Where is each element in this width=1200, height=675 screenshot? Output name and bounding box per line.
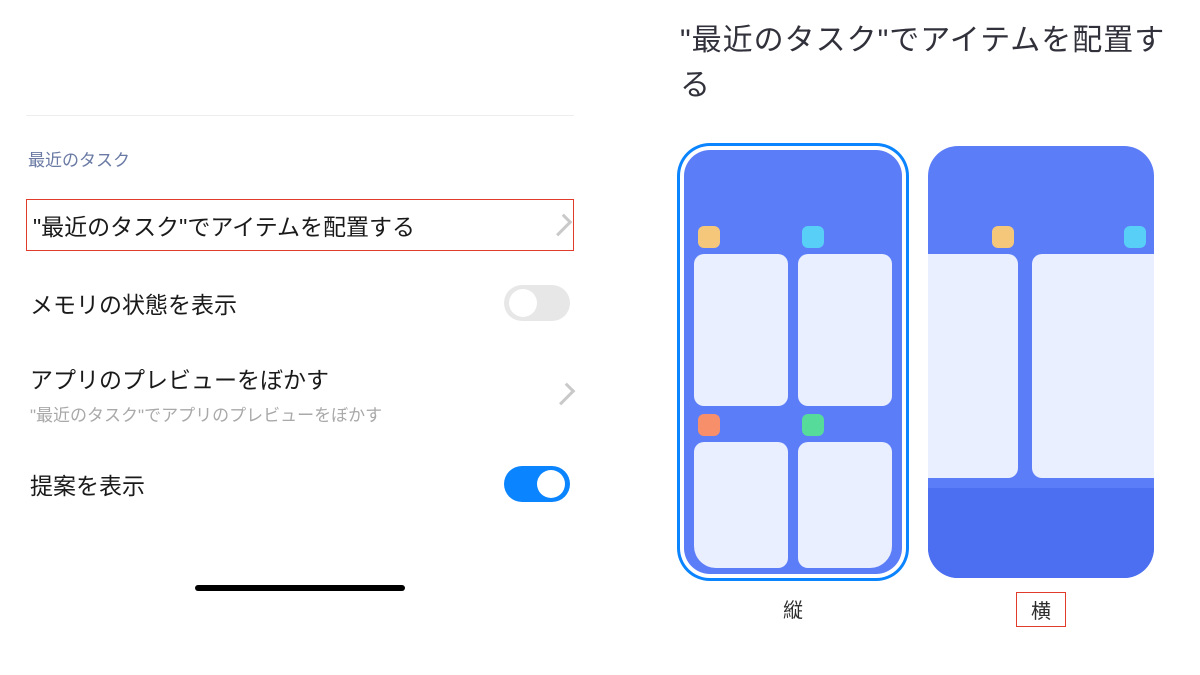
preview-card bbox=[694, 442, 788, 568]
option-vertical-label: 縦 bbox=[769, 592, 817, 625]
app-chip-icon bbox=[698, 414, 720, 436]
row-arrange-title: "最近のタスク"でアイテムを配置する bbox=[33, 208, 543, 242]
row-memory-status[interactable]: メモリの状態を表示 bbox=[26, 285, 574, 321]
preview-bottom-bar bbox=[928, 488, 1154, 578]
row-show-suggestions[interactable]: 提案を表示 bbox=[26, 466, 574, 502]
app-chip-icon bbox=[1124, 226, 1146, 248]
gesture-bar-icon bbox=[195, 585, 405, 591]
row-memory-title: メモリの状態を表示 bbox=[30, 286, 492, 320]
app-chip-icon bbox=[802, 226, 824, 248]
preview-card bbox=[928, 254, 1018, 478]
app-chip-icon bbox=[698, 226, 720, 248]
page-title: "最近のタスク"でアイテムを配置する bbox=[680, 18, 1170, 108]
row-blur-title: アプリのプレビューをぼかす bbox=[30, 361, 546, 395]
toggle-memory[interactable] bbox=[504, 285, 570, 321]
layout-previews: 縦 横 bbox=[680, 146, 1170, 627]
row-arrange-items[interactable]: "最近のタスク"でアイテムを配置する bbox=[26, 199, 574, 251]
option-vertical[interactable]: 縦 bbox=[680, 146, 906, 627]
row-blur-previews[interactable]: アプリのプレビューをぼかす "最近のタスク"でアプリのプレビューをぼかす bbox=[26, 361, 574, 426]
option-horizontal-label: 横 bbox=[1016, 592, 1066, 627]
preview-vertical bbox=[680, 146, 906, 578]
preview-card bbox=[694, 254, 788, 406]
settings-panel: 最近のタスク "最近のタスク"でアイテムを配置する メモリの状態を表示 アプリの… bbox=[0, 0, 600, 675]
app-chip-icon bbox=[992, 226, 1014, 248]
divider bbox=[26, 115, 574, 116]
option-horizontal[interactable]: 横 bbox=[928, 146, 1154, 627]
row-suggest-title: 提案を表示 bbox=[30, 467, 492, 501]
preview-card bbox=[1032, 254, 1154, 478]
preview-horizontal bbox=[928, 146, 1154, 578]
preview-card bbox=[798, 442, 892, 568]
chevron-right-icon bbox=[553, 382, 576, 405]
preview-card bbox=[798, 254, 892, 406]
section-header-recents: 最近のタスク bbox=[28, 146, 574, 171]
row-blur-subtitle: "最近のタスク"でアプリのプレビューをぼかす bbox=[30, 401, 546, 426]
arrange-page: "最近のタスク"でアイテムを配置する 縦 bbox=[600, 0, 1200, 675]
chevron-right-icon bbox=[550, 214, 573, 237]
app-chip-icon bbox=[802, 414, 824, 436]
toggle-suggestions[interactable] bbox=[504, 466, 570, 502]
